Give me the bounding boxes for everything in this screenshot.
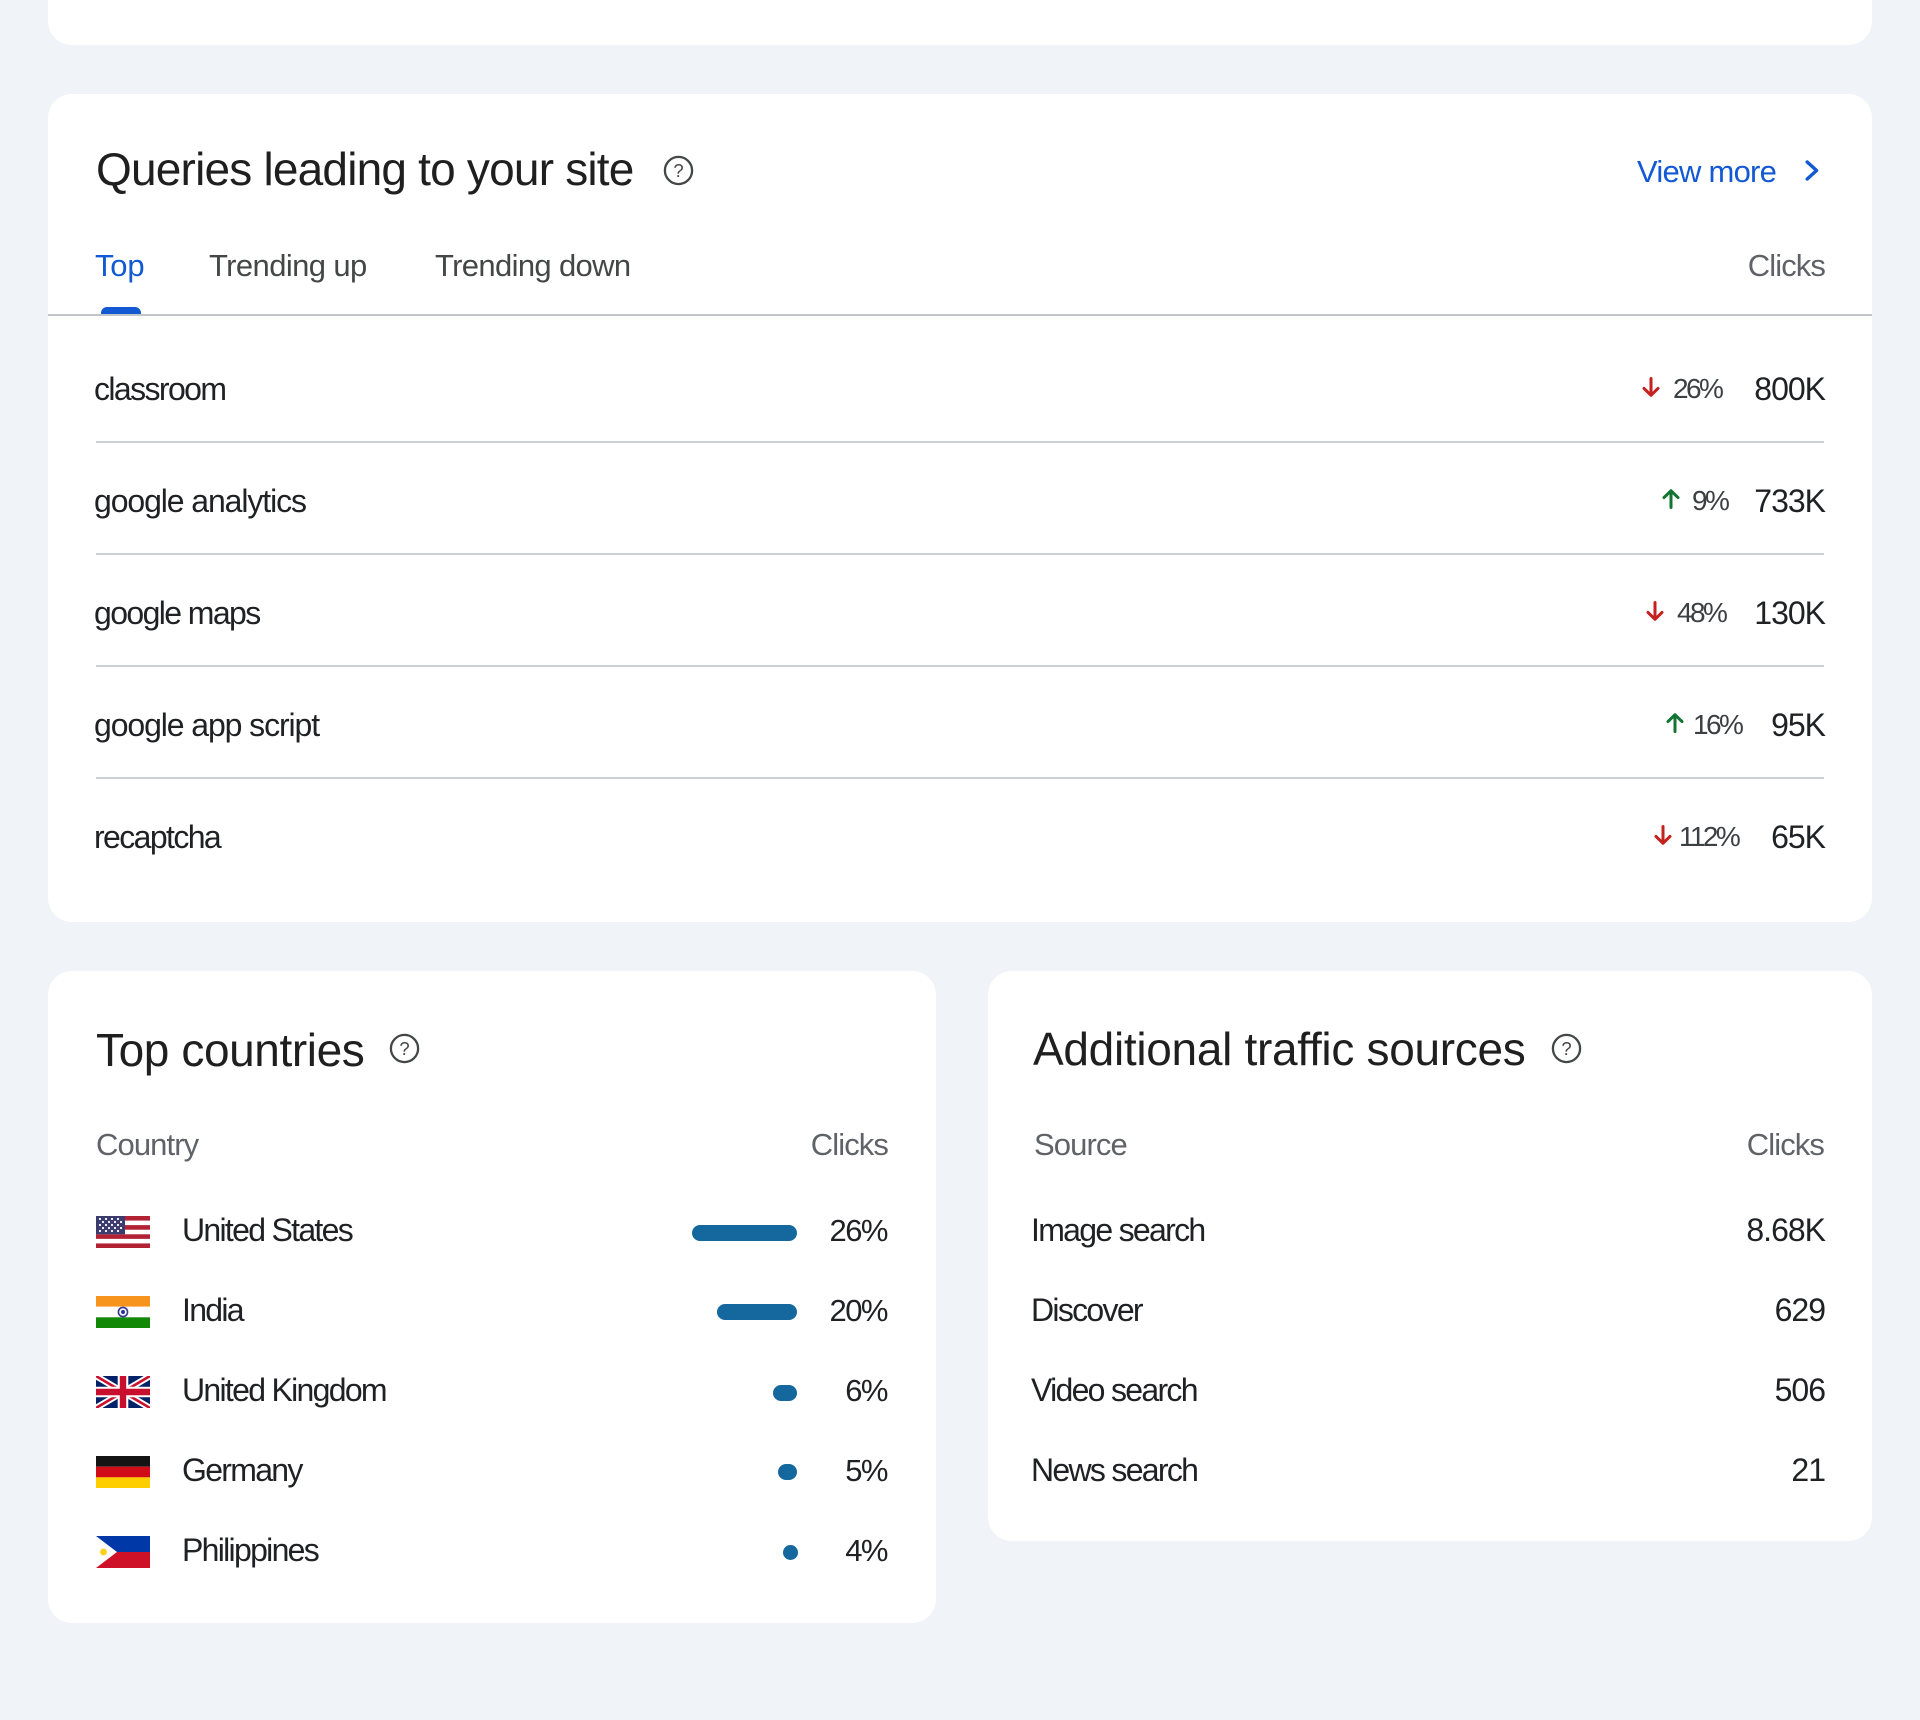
- svg-text:?: ?: [399, 1038, 409, 1059]
- svg-text:?: ?: [1561, 1038, 1571, 1059]
- svg-text:?: ?: [673, 160, 683, 181]
